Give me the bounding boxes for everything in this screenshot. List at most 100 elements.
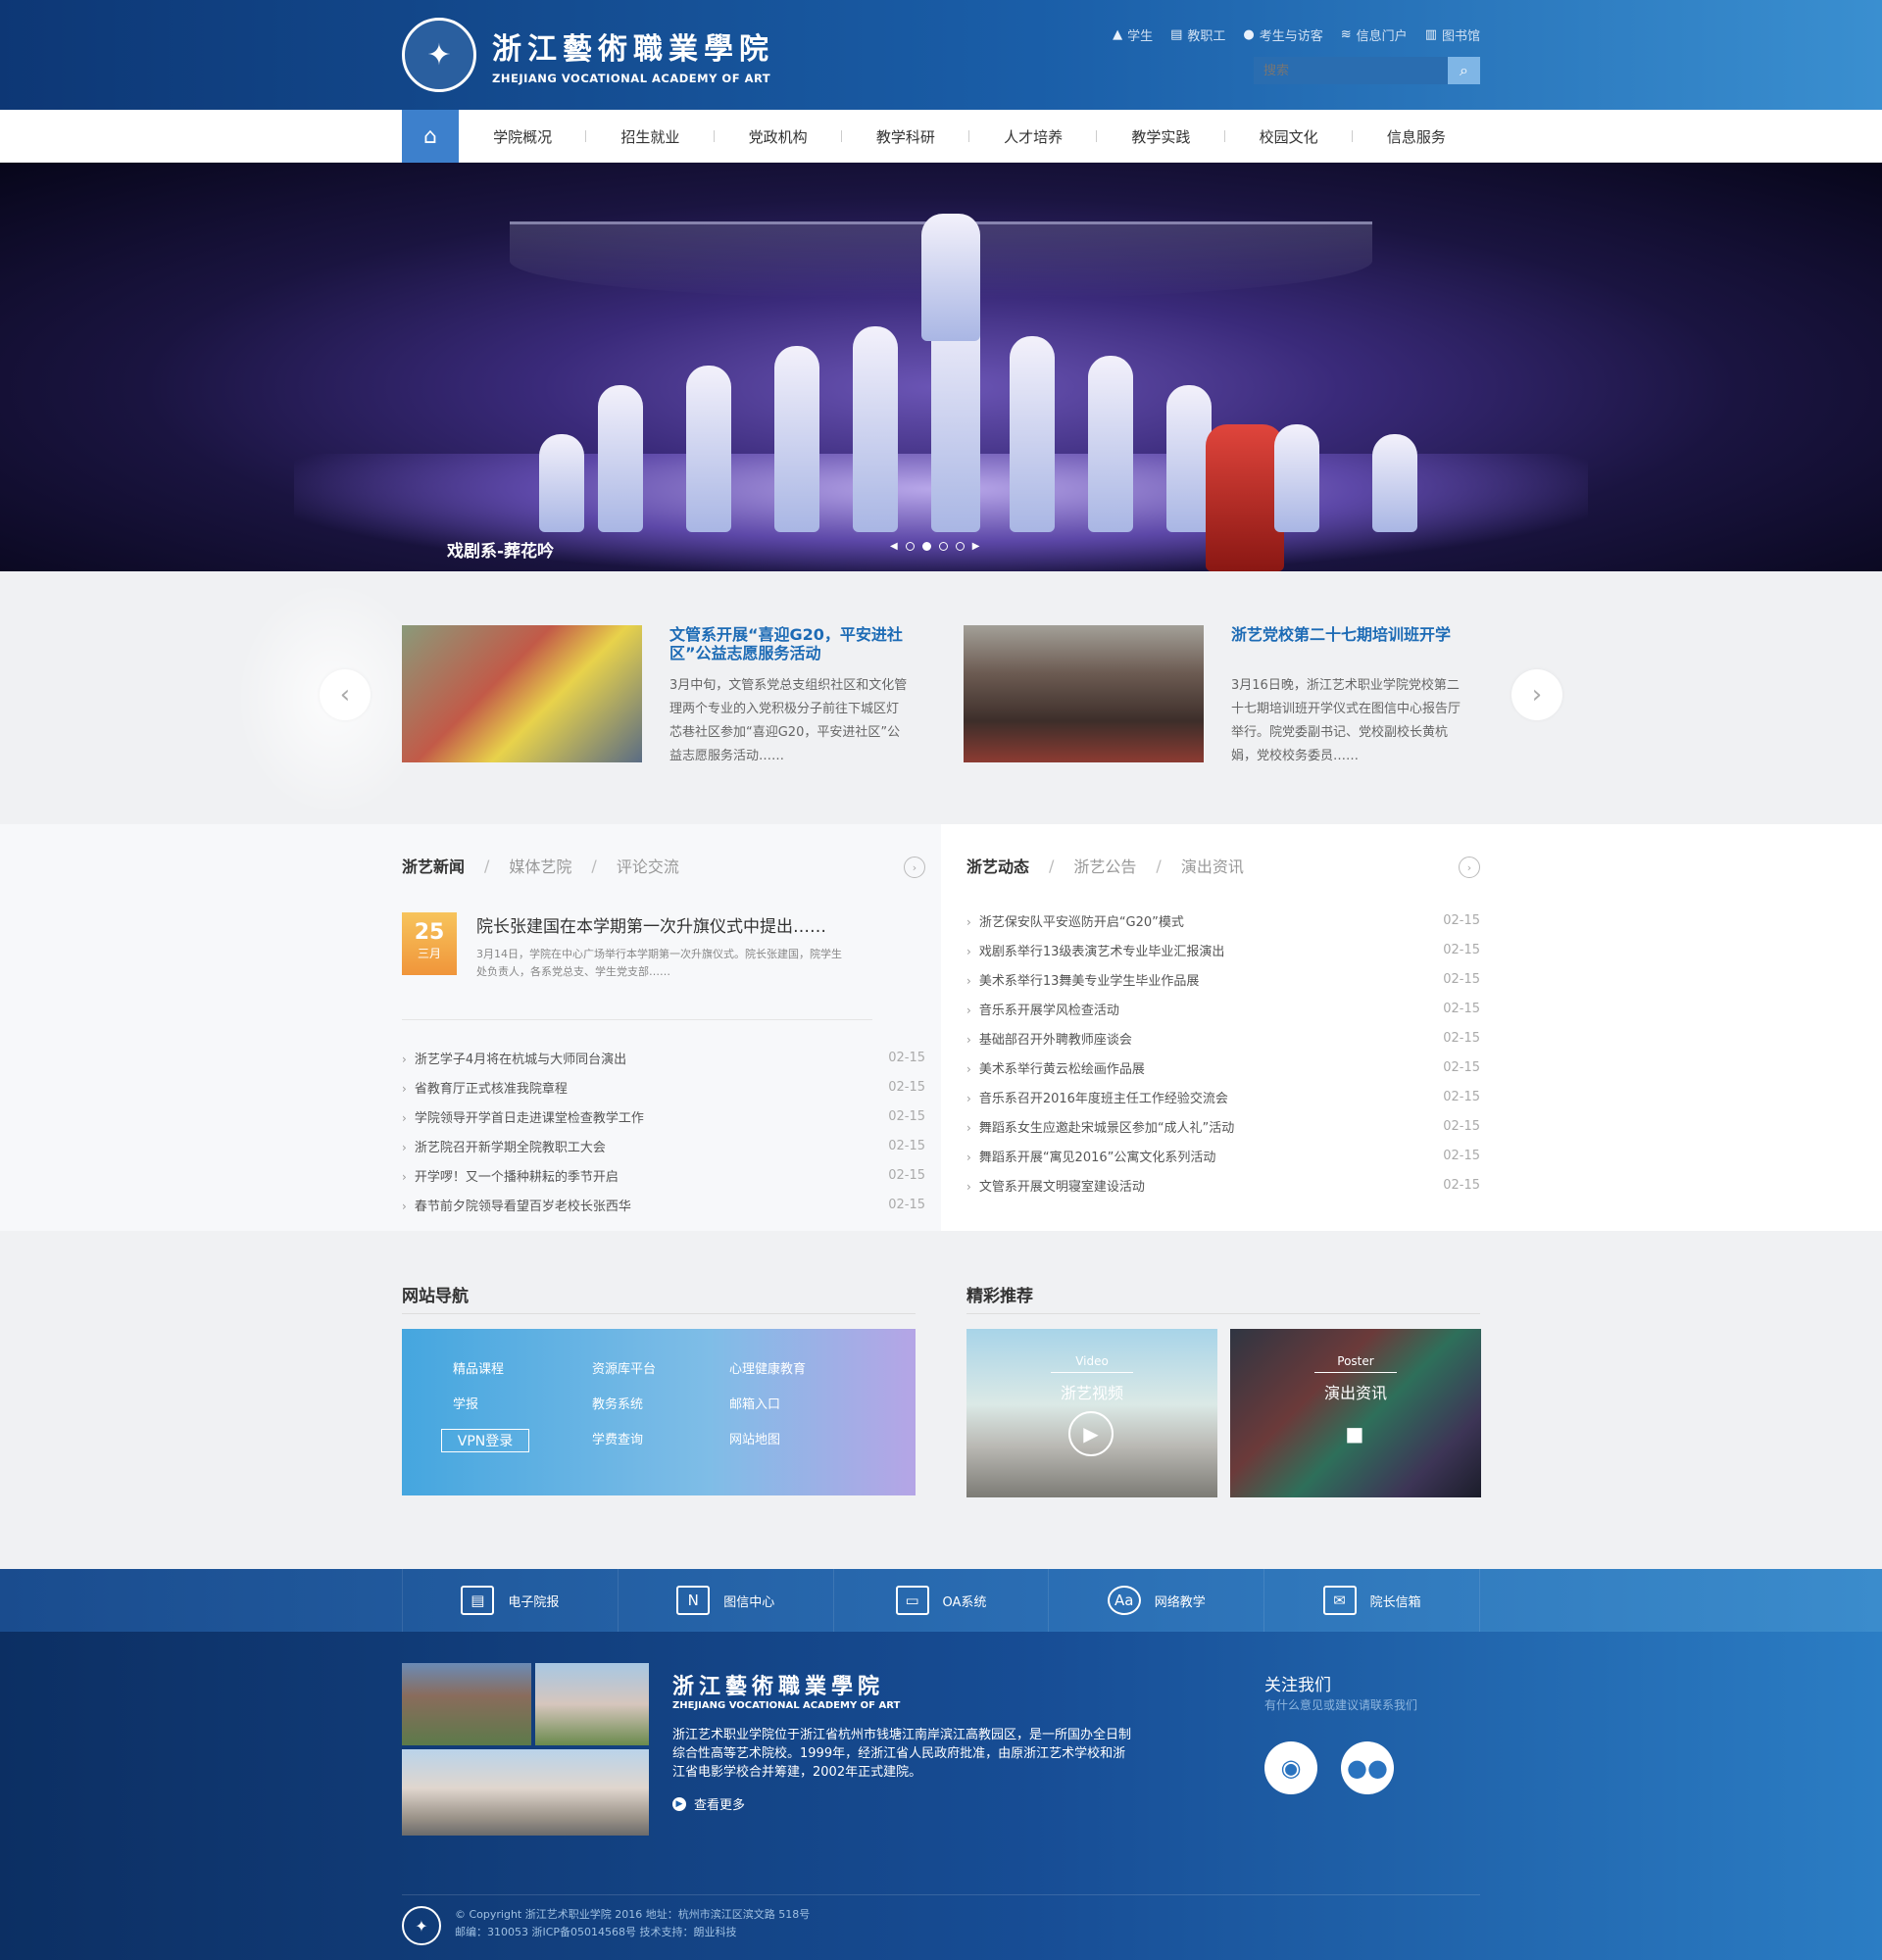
list-item[interactable]: 春节前夕院领导看望百岁老校长张西华02-15 bbox=[402, 1190, 925, 1219]
list-item[interactable]: 舞蹈系女生应邀赴宋城景区参加“成人礼”活动02-15 bbox=[966, 1111, 1480, 1141]
campus-photos bbox=[402, 1663, 649, 1836]
list-item[interactable]: 浙艺学子4月将在杭城与大师同台演出02-15 bbox=[402, 1043, 925, 1072]
list-item[interactable]: 浙艺保安队平安巡防开启“G20”模式02-15 bbox=[966, 906, 1480, 935]
top-link-portal[interactable]: ≋ 信息门户 bbox=[1341, 25, 1408, 44]
news-card-title[interactable]: 浙艺党校第二十七期培训班开学 bbox=[1231, 625, 1471, 644]
school-seal-icon: ✦ bbox=[402, 18, 476, 92]
top-link-visitors[interactable]: ● 考生与访客 bbox=[1243, 25, 1322, 44]
weibo-icon[interactable]: ◉ bbox=[1264, 1741, 1317, 1794]
follow-title: 关注我们 bbox=[1264, 1676, 1331, 1695]
list-item[interactable]: 基础部召开外聘教师座谈会02-15 bbox=[966, 1023, 1480, 1053]
header: ✦ 浙江藝術職業學院 ZHEJIANG VOCATIONAL ACADEMY O… bbox=[0, 0, 1882, 110]
list-item[interactable]: 舞蹈系开展“寓见2016”公寓文化系列活动02-15 bbox=[966, 1141, 1480, 1170]
news-card-title[interactable]: 文管系开展“喜迎G20，平安进社区”公益志愿服务活动 bbox=[669, 625, 910, 662]
carousel-next-button[interactable]: › bbox=[1511, 669, 1562, 720]
slide-dot[interactable] bbox=[938, 542, 948, 551]
campus-photo bbox=[402, 1663, 531, 1745]
list-item[interactable]: 省教育厅正式核准我院章程02-15 bbox=[402, 1072, 925, 1102]
nav-item-about[interactable]: 学院概况 bbox=[459, 126, 587, 147]
list-item[interactable]: 美术系举行13舞美专业学生毕业作品展02-15 bbox=[966, 964, 1480, 994]
link-courses[interactable]: 精品课程 bbox=[441, 1358, 580, 1382]
slide-dot-active[interactable] bbox=[921, 542, 931, 551]
poster-card[interactable]: Poster 演出资讯 ■ bbox=[1230, 1329, 1481, 1497]
list-item[interactable]: 学院领导开学首日走进课堂检查教学工作02-15 bbox=[402, 1102, 925, 1131]
slide-dot[interactable] bbox=[955, 542, 965, 551]
featured-news[interactable]: 25 三月 院长张建国在本学期第一次升旗仪式中提出…… 3月14日，学院在中心广… bbox=[402, 912, 872, 1020]
wechat-icon[interactable]: ●● bbox=[1341, 1741, 1394, 1794]
book-icon: ▥ bbox=[1424, 27, 1437, 42]
vpn-login-button[interactable]: VPN登录 bbox=[441, 1429, 529, 1452]
top-link-staff[interactable]: ▤ 教职工 bbox=[1170, 25, 1225, 44]
link-journal[interactable]: 学报 bbox=[441, 1394, 580, 1417]
teaching-icon: Aa bbox=[1107, 1586, 1141, 1615]
home-icon: ⌂ bbox=[423, 123, 437, 149]
campus-photo bbox=[535, 1663, 649, 1745]
next-slide-icon[interactable]: ▶ bbox=[972, 541, 980, 552]
link-fees[interactable]: 学费查询 bbox=[580, 1429, 718, 1452]
nav-item-talent[interactable]: 人才培养 bbox=[969, 126, 1098, 147]
nav-item-admissions[interactable]: 招生就业 bbox=[586, 126, 715, 147]
news-card[interactable]: 浙艺党校第二十七期培训班开学 3月16日晚，浙江艺术职业学院党校第二十七期培训班… bbox=[964, 625, 1473, 763]
tab-notices[interactable]: 浙艺公告 bbox=[1073, 854, 1136, 877]
chevron-right-icon: › bbox=[1466, 860, 1472, 874]
play-icon[interactable]: ▶ bbox=[1068, 1411, 1114, 1456]
list-item[interactable]: 文管系开展文明寝室建设活动02-15 bbox=[966, 1170, 1480, 1200]
carousel-prev-button[interactable]: ‹ bbox=[320, 669, 371, 720]
news-list: 浙艺学子4月将在杭城与大师同台演出02-15 省教育厅正式核准我院章程02-15… bbox=[402, 1043, 925, 1219]
list-item[interactable]: 音乐系开展学风检查活动02-15 bbox=[966, 994, 1480, 1023]
link-academic-system[interactable]: 教务系统 bbox=[580, 1394, 718, 1417]
home-button[interactable]: ⌂ bbox=[402, 110, 459, 163]
newspaper-icon: ▤ bbox=[461, 1586, 495, 1615]
top-link-library[interactable]: ▥ 图书馆 bbox=[1425, 25, 1480, 44]
search-input[interactable] bbox=[1254, 57, 1448, 84]
news-card-image[interactable] bbox=[402, 625, 642, 762]
see-more-link[interactable]: ▶ 查看更多 bbox=[672, 1794, 745, 1813]
search-button[interactable]: ⌕ bbox=[1448, 57, 1480, 84]
list-item[interactable]: 音乐系召开2016年度班主任工作经验交流会02-15 bbox=[966, 1082, 1480, 1111]
news-card-image[interactable] bbox=[964, 625, 1204, 762]
chevron-right-icon: › bbox=[1531, 680, 1543, 710]
top-link-student[interactable]: ▲ 学生 bbox=[1113, 25, 1153, 44]
video-card[interactable]: Video 浙艺视频 ▶ bbox=[966, 1329, 1217, 1497]
tab-media[interactable]: 媒体艺院 bbox=[509, 854, 571, 877]
link-resources[interactable]: 资源库平台 bbox=[580, 1358, 718, 1382]
featured-news-title[interactable]: 院长张建国在本学期第一次升旗仪式中提出…… bbox=[476, 912, 826, 937]
prev-slide-icon[interactable]: ◀ bbox=[890, 541, 898, 552]
hero-banner[interactable]: 戏剧系-葬花吟 ◀ ▶ bbox=[0, 163, 1882, 571]
quick-link-newspaper[interactable]: ▤ 电子院报 bbox=[402, 1569, 618, 1632]
list-item[interactable]: 美术系举行黄云松绘画作品展02-15 bbox=[966, 1053, 1480, 1082]
quick-link-mailbox[interactable]: ✉ 院长信箱 bbox=[1263, 1569, 1480, 1632]
nav-item-practice[interactable]: 教学实践 bbox=[1097, 126, 1225, 147]
layers-icon: ≋ bbox=[1340, 27, 1352, 42]
quick-link-teaching[interactable]: Aa 网络教学 bbox=[1048, 1569, 1263, 1632]
id-card-icon: ▤ bbox=[1170, 27, 1183, 42]
chevron-right-icon: ▶ bbox=[672, 1796, 686, 1811]
news-card[interactable]: 文管系开展“喜迎G20，平安进社区”公益志愿服务活动 3月中旬，文管系党总支组织… bbox=[402, 625, 912, 763]
tab-performances[interactable]: 演出资讯 bbox=[1181, 854, 1244, 877]
tab-news[interactable]: 浙艺新闻 bbox=[402, 854, 465, 877]
recommend-title: 精彩推荐 bbox=[966, 1287, 1033, 1306]
footer-logo-english: ZHEJIANG VOCATIONAL ACADEMY OF ART bbox=[672, 1700, 901, 1711]
list-item[interactable]: 浙艺院召开新学期全院教职工大会02-15 bbox=[402, 1131, 925, 1160]
nav-item-party[interactable]: 党政机构 bbox=[715, 126, 843, 147]
main-nav: ⌂ 学院概况 招生就业 党政机构 教学科研 人才培养 教学实践 校园文化 信息服… bbox=[0, 110, 1882, 163]
link-mental-health[interactable]: 心理健康教育 bbox=[718, 1358, 855, 1382]
list-item[interactable]: 戏剧系举行13级表演艺术专业毕业汇报演出02-15 bbox=[966, 935, 1480, 964]
tab-comments[interactable]: 评论交流 bbox=[617, 854, 679, 877]
more-button[interactable]: › bbox=[904, 857, 925, 878]
more-button[interactable]: › bbox=[1459, 857, 1480, 878]
quick-link-oa[interactable]: ▭ OA系统 bbox=[832, 1569, 1049, 1632]
logo-english-name: ZHEJIANG VOCATIONAL ACADEMY OF ART bbox=[492, 72, 771, 85]
nav-item-research[interactable]: 教学科研 bbox=[842, 126, 970, 147]
tab-dynamics[interactable]: 浙艺动态 bbox=[966, 854, 1029, 877]
quick-link-library[interactable]: N 图信中心 bbox=[617, 1569, 833, 1632]
site-nav-title: 网站导航 bbox=[402, 1287, 469, 1306]
link-mail[interactable]: 邮箱入口 bbox=[718, 1394, 855, 1417]
nav-item-services[interactable]: 信息服务 bbox=[1353, 126, 1480, 147]
nav-item-culture[interactable]: 校园文化 bbox=[1225, 126, 1354, 147]
site-logo[interactable]: ✦ 浙江藝術職業學院 ZHEJIANG VOCATIONAL ACADEMY O… bbox=[402, 18, 774, 92]
slide-dot[interactable] bbox=[905, 542, 915, 551]
list-item[interactable]: 开学啰！又一个播种耕耘的季节开启02-15 bbox=[402, 1160, 925, 1190]
link-sitemap[interactable]: 网站地图 bbox=[718, 1429, 855, 1452]
search-bar: ⌕ bbox=[1254, 57, 1480, 84]
